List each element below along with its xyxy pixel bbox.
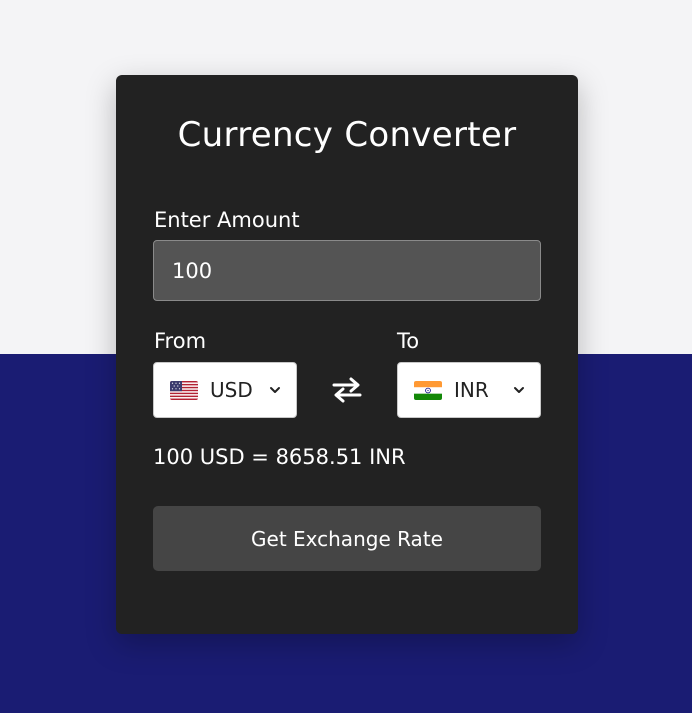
- swap-currencies-button[interactable]: [329, 374, 365, 406]
- to-currency-select[interactable]: INR: [397, 362, 541, 418]
- us-flag-icon: [170, 380, 198, 400]
- page-title: Currency Converter: [177, 115, 517, 155]
- swap-arrows-icon: [332, 377, 362, 403]
- from-currency-select[interactable]: USD: [153, 362, 297, 418]
- to-label: To: [397, 329, 420, 353]
- chevron-down-icon: [514, 387, 524, 393]
- amount-label: Enter Amount: [154, 208, 300, 232]
- india-flag-icon: [414, 380, 442, 400]
- chevron-down-icon: [270, 387, 280, 393]
- to-currency-code: INR: [454, 378, 489, 402]
- conversion-result: 100 USD = 8658.51 INR: [153, 445, 406, 469]
- converter-card: Currency Converter Enter Amount From To: [116, 75, 578, 634]
- amount-input[interactable]: [153, 240, 541, 301]
- from-label: From: [154, 329, 207, 353]
- from-currency-code: USD: [210, 378, 253, 402]
- get-exchange-rate-button[interactable]: Get Exchange Rate: [153, 506, 541, 571]
